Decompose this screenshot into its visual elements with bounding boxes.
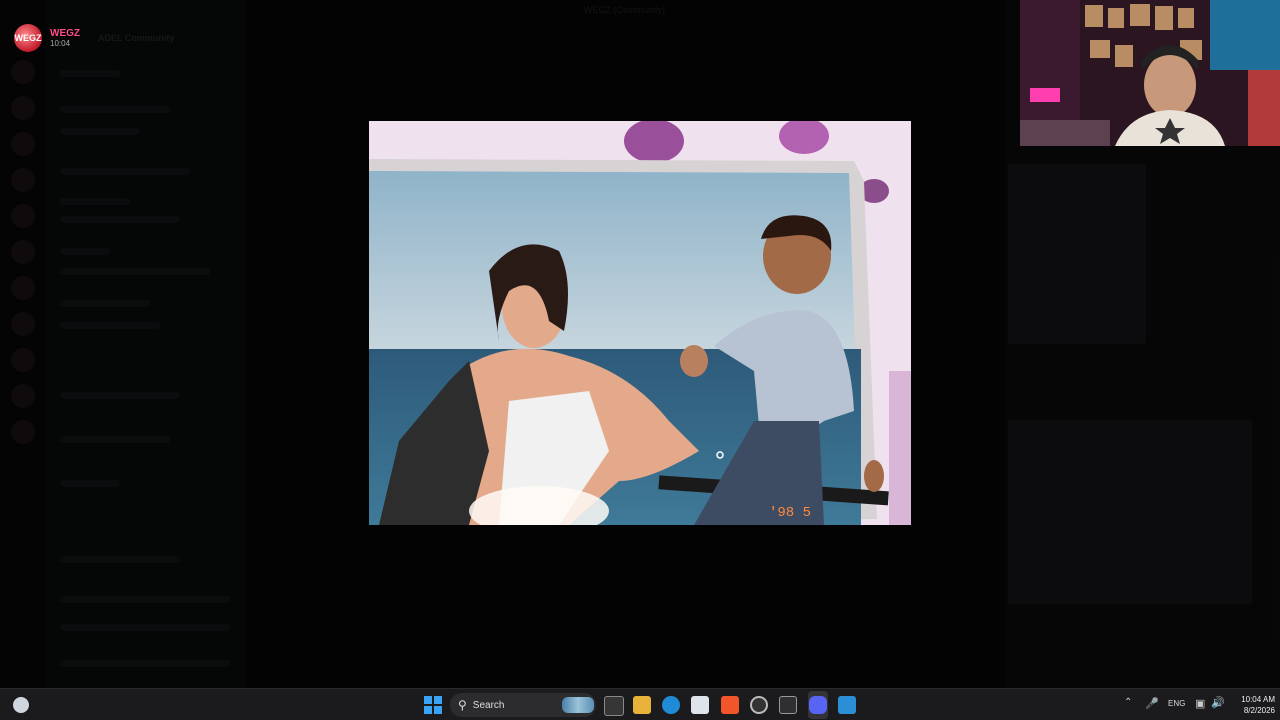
weather-icon[interactable] bbox=[13, 697, 29, 713]
date-stamp: '98 5 bbox=[769, 505, 811, 521]
microphone-icon[interactable]: 🎤 bbox=[1145, 697, 1159, 710]
chevron-up-icon[interactable]: ⌃ bbox=[1124, 697, 1132, 708]
network-icon[interactable]: ▣ bbox=[1195, 697, 1205, 710]
clock[interactable]: 10:04 AM 8/2/2026 bbox=[1229, 694, 1275, 716]
taskbar: ⚲ Search ⌃ 🎤 ENG ▣ 🔊 10:04 AM 8/2/2026 bbox=[0, 688, 1280, 720]
volume-icon[interactable]: 🔊 bbox=[1211, 696, 1225, 709]
task-view-icon[interactable] bbox=[604, 696, 624, 716]
streamer-notification: WEGZ WEGZ 10:04 bbox=[14, 24, 80, 52]
clock-date: 8/2/2026 bbox=[1243, 706, 1275, 715]
start-button[interactable] bbox=[424, 696, 442, 714]
search-highlight-image bbox=[562, 697, 594, 713]
edge-icon[interactable] bbox=[662, 696, 680, 714]
chrome-icon[interactable] bbox=[750, 696, 768, 714]
discord-icon[interactable] bbox=[809, 696, 827, 714]
notification-time: 10:04 bbox=[50, 38, 71, 48]
photo-image: '98 5 bbox=[369, 121, 911, 525]
webcam-feed bbox=[1020, 0, 1280, 146]
avatar-label: WEGZ bbox=[14, 33, 42, 43]
avatar: WEGZ bbox=[14, 24, 42, 52]
image-preview[interactable]: '98 5 bbox=[369, 121, 911, 525]
webcam-image bbox=[1020, 0, 1280, 146]
clock-time: 10:04 AM bbox=[1241, 695, 1275, 704]
app-icon[interactable] bbox=[838, 696, 856, 714]
search-input[interactable]: ⚲ Search bbox=[450, 693, 596, 717]
search-icon: ⚲ bbox=[458, 698, 467, 712]
file-explorer-icon[interactable] bbox=[633, 696, 651, 714]
search-label: Search bbox=[472, 699, 505, 711]
language-indicator[interactable]: ENG bbox=[1168, 699, 1185, 708]
notification-name: WEGZ bbox=[50, 27, 80, 39]
store-icon[interactable] bbox=[691, 696, 709, 714]
brave-icon[interactable] bbox=[721, 696, 739, 714]
network-app-icon[interactable] bbox=[779, 696, 797, 714]
